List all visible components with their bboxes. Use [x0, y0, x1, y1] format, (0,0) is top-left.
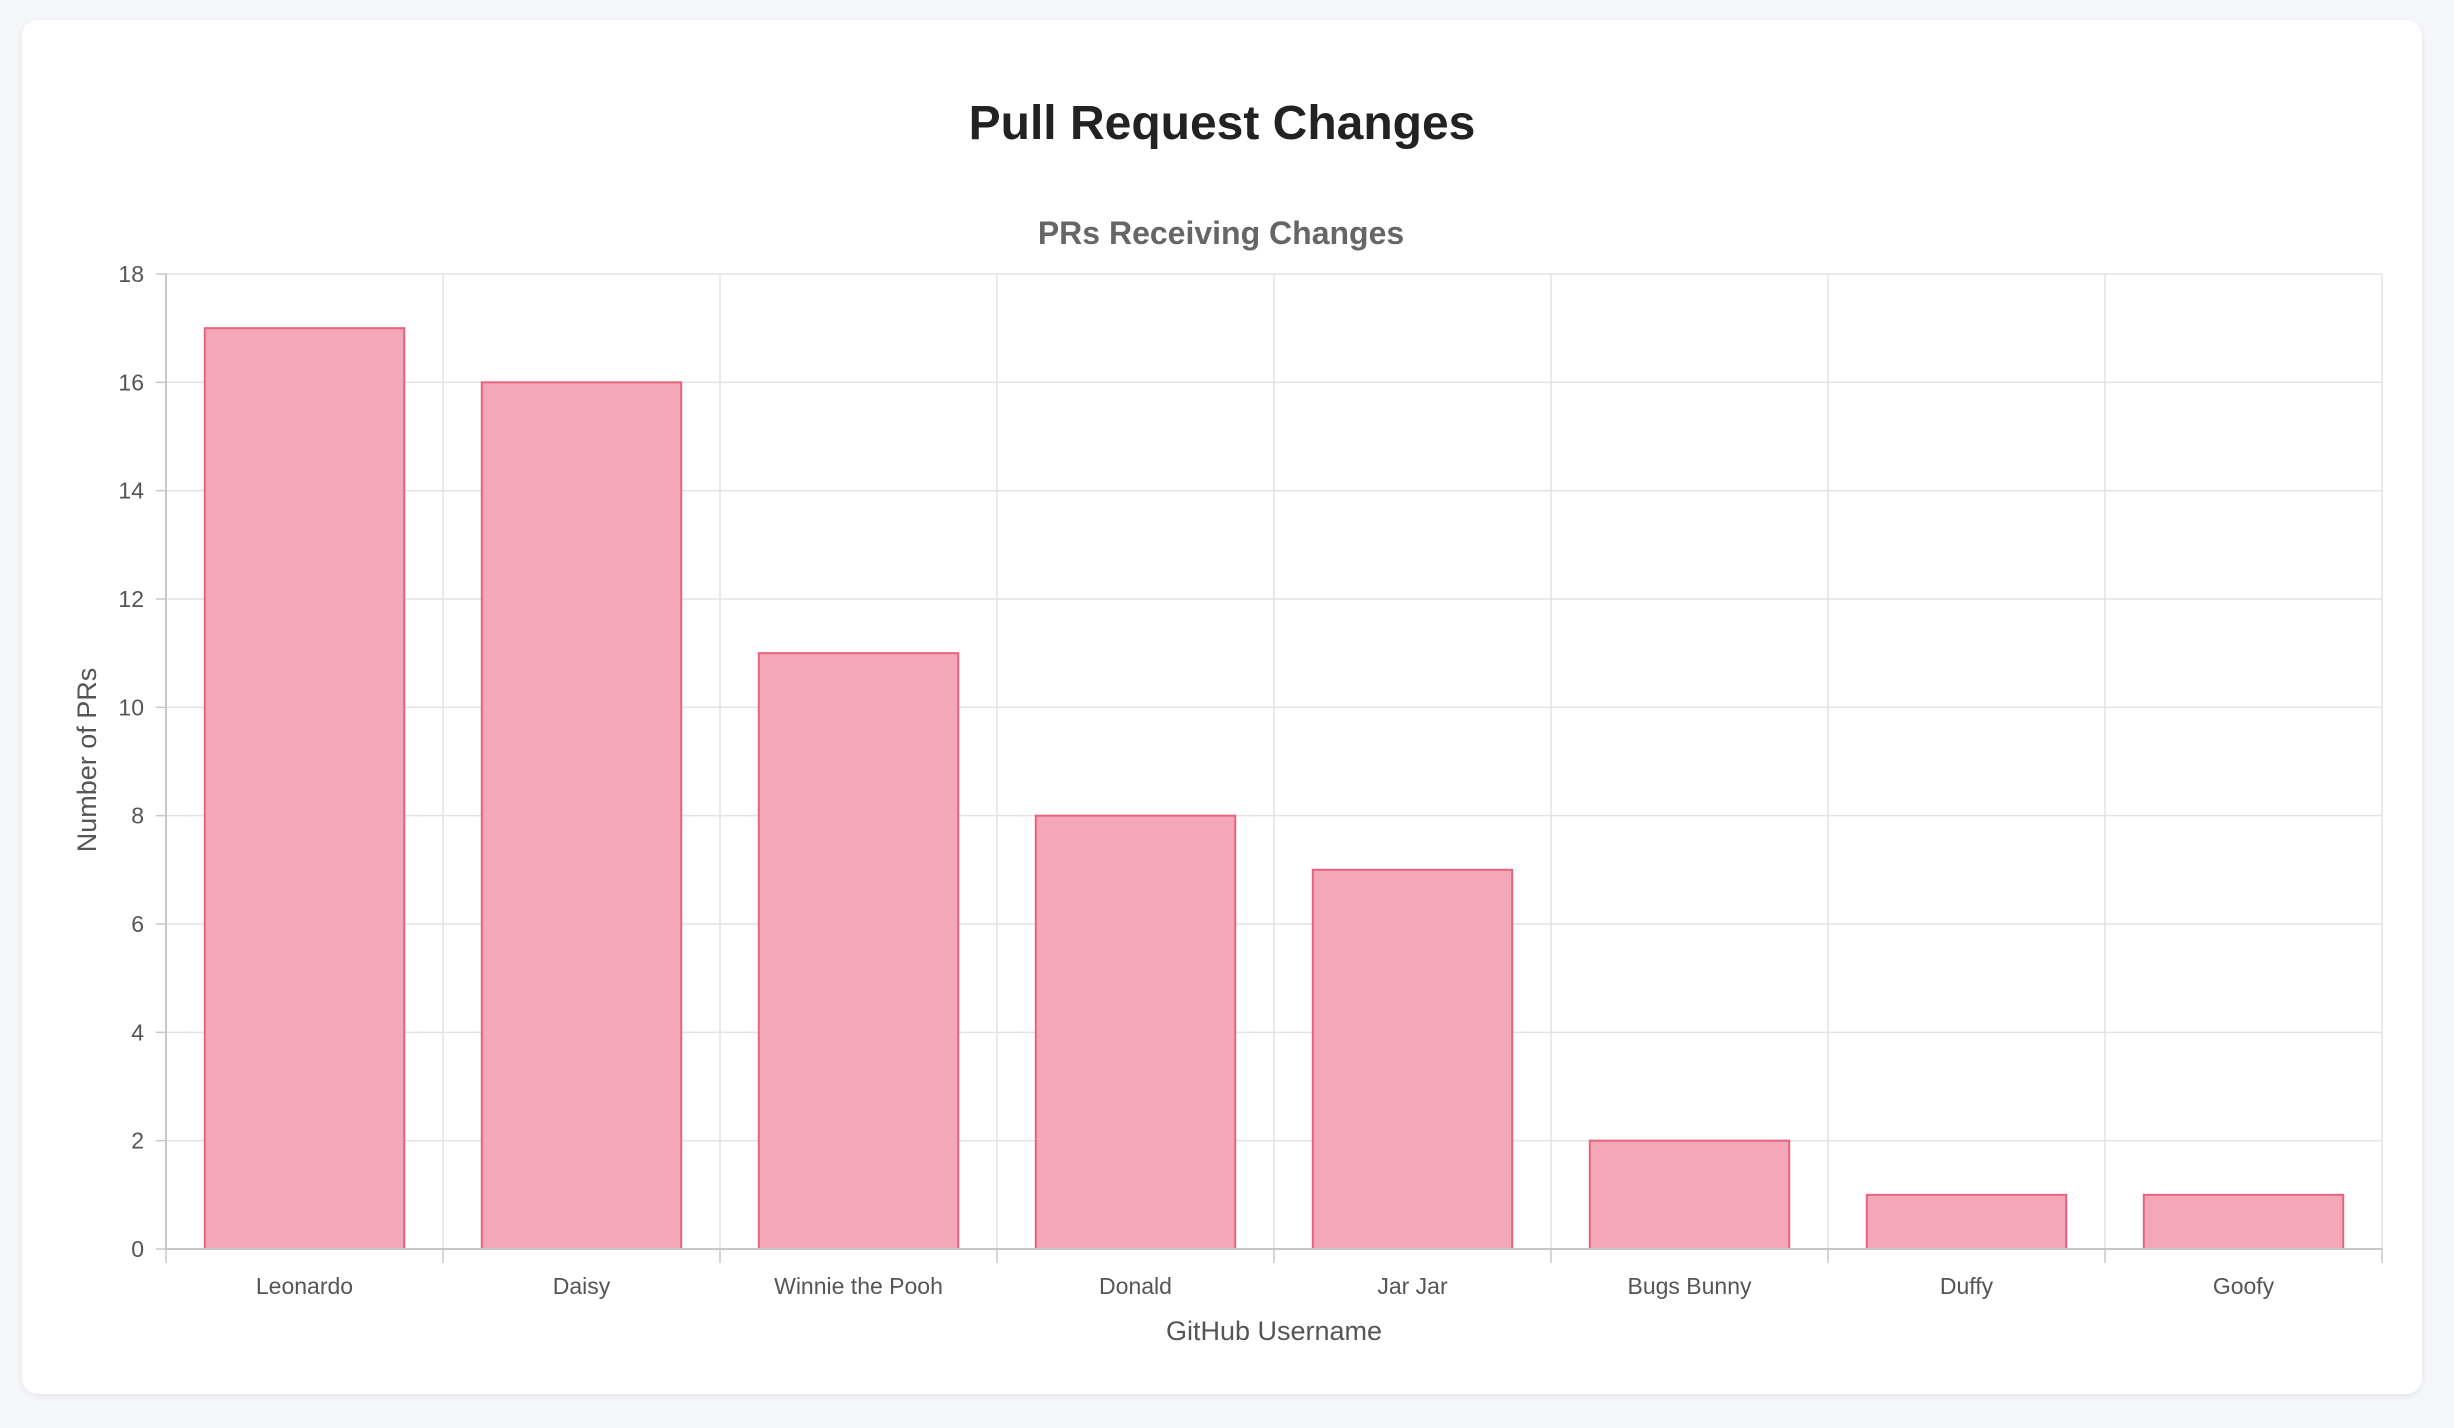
chart-title: PRs Receiving Changes: [1038, 215, 1404, 251]
y-tick-label: 10: [118, 694, 144, 720]
x-tick-label: Goofy: [2213, 1273, 2275, 1299]
x-tick-label: Leonardo: [256, 1273, 353, 1299]
x-axis-label: GitHub Username: [1166, 1316, 1382, 1346]
x-tick-label: Winnie the Pooh: [774, 1273, 943, 1299]
x-tick-label: Jar Jar: [1377, 1273, 1448, 1299]
y-tick-label: 8: [131, 803, 144, 829]
bar-bugs-bunny[interactable]: [1588, 1139, 1791, 1250]
bar-goofy[interactable]: [2142, 1193, 2345, 1251]
x-tick-label: Daisy: [553, 1273, 611, 1299]
y-tick-labels: 0 2 4 6 8 10 12 14 16 18: [118, 261, 144, 1262]
x-tick-label: Duffy: [1940, 1273, 1994, 1299]
y-tick-label: 4: [131, 1019, 144, 1045]
x-tick-labels: Leonardo Daisy Winnie the Pooh Donald Jar Ja…: [256, 1273, 2275, 1299]
x-tick-label: Donald: [1099, 1273, 1172, 1299]
y-tick-label: 6: [131, 911, 144, 937]
bar-daisy[interactable]: [480, 381, 683, 1251]
y-axis-label: Number of PRs: [72, 668, 102, 853]
bar-chart: PRs Receiving Changes 0 2 4 6 8 10 12 14 16 18 Le…: [72, 215, 2383, 1346]
x-tick-label: Bugs Bunny: [1627, 1273, 1752, 1299]
bar-leonardo[interactable]: [203, 327, 406, 1250]
bar-winnie-the-pooh[interactable]: [757, 652, 960, 1250]
y-tick-label: 18: [118, 261, 144, 287]
y-tick-label: 12: [118, 586, 144, 612]
y-tick-label: 14: [118, 478, 144, 504]
y-tick-label: 2: [131, 1128, 144, 1154]
bar-duffy[interactable]: [1865, 1193, 2068, 1251]
bar-donald[interactable]: [1034, 814, 1237, 1251]
bar-jar-jar[interactable]: [1311, 868, 1514, 1250]
y-tick-label: 16: [118, 369, 144, 395]
y-tick-label: 0: [131, 1236, 144, 1262]
